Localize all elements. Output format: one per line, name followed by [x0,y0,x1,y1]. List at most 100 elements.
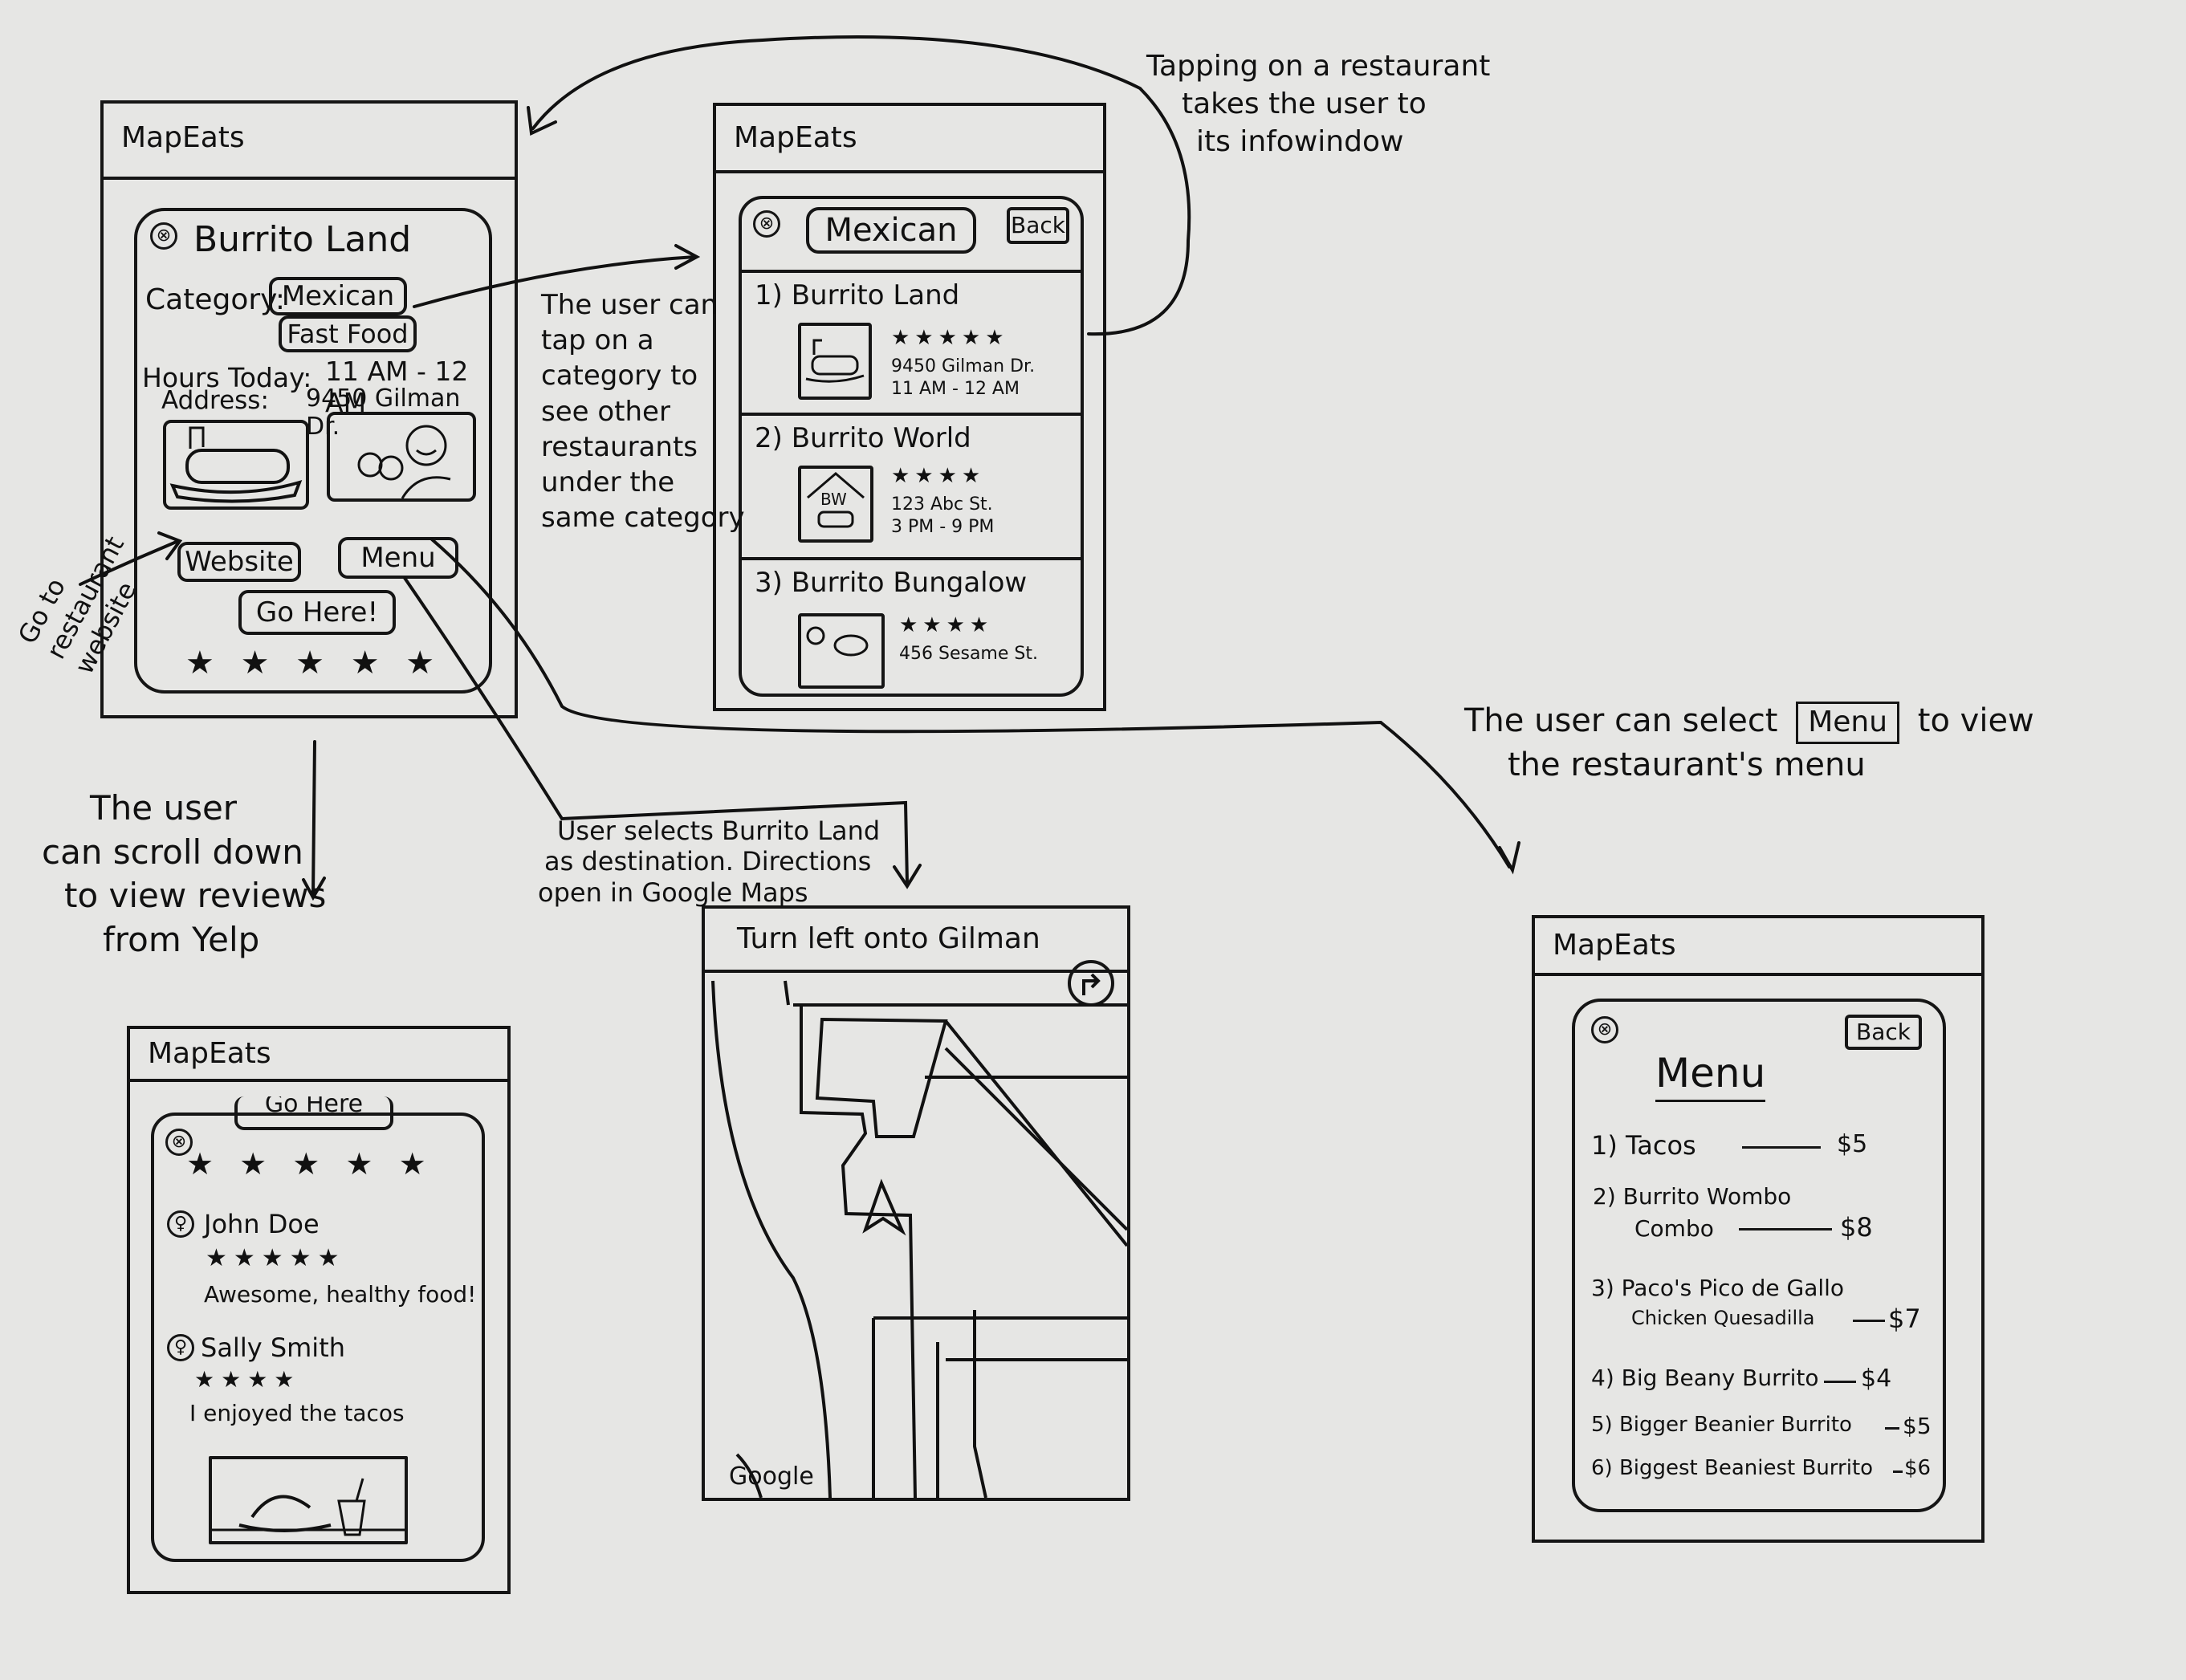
restaurant-logo: BW [820,490,847,509]
menu-item-price: $8 [1840,1212,1873,1243]
menu-card: ⊗ Back Menu 1) Tacos $5 2) Burrito Wombo… [1572,999,1946,1512]
leader-line [1885,1427,1899,1430]
back-button[interactable]: Back [1845,1015,1922,1050]
restaurant-address: 9450 Gilman Dr. [891,356,1036,376]
menu-button[interactable]: Menu [338,537,458,579]
annotation-tap-category: The user can tap on a category to see ot… [541,287,745,535]
menu-item[interactable]: 3) Paco's Pico de Gallo Chicken Quesadil… [1591,1275,1936,1347]
map-view[interactable] [705,973,1127,1498]
app-title: MapEats [148,1037,271,1070]
menu-item-label: 2) Burrito Wombo [1593,1183,1792,1210]
leader-line [1742,1146,1821,1149]
reviewer-name: John Doe [204,1209,320,1239]
menu-item-label: 6) Biggest Beaniest Burrito [1591,1456,1874,1480]
leader-line [1853,1320,1885,1322]
smiling-person-icon [357,425,451,499]
menu-item[interactable]: 6) Biggest Beaniest Burrito $6 [1591,1456,1936,1496]
annotation-line: to view reviews [64,876,327,916]
food-dish-icon [806,626,869,657]
menu-item-label-line2: Chicken Quesadilla [1631,1307,1815,1329]
review-text: I enjoyed the tacos [189,1400,405,1426]
list-item[interactable]: 3) Burrito Bungalow ★★★★ 456 Sesame St. [742,560,1081,689]
annotation-scroll: The user can scroll down to view reviews… [42,787,326,962]
annotation-line: see other [541,395,670,428]
review-photo [209,1456,408,1544]
directions-bar: Turn left onto Gilman [705,909,1127,973]
address-label: Address: [161,386,269,415]
annotation-line: can scroll down [42,832,303,872]
restaurant-hours: 3 PM - 9 PM [891,517,995,537]
location-arrow-icon [862,1178,906,1236]
app-title: MapEats [1553,929,1676,962]
menu-item-price: $5 [1903,1413,1932,1439]
category-tag-mexican[interactable]: Mexican [269,277,407,315]
review-item: ♀ John Doe ★★★★★ Awesome, healthy food! [162,1204,480,1324]
annotation-line: The user can select Menu to view [1464,700,2034,744]
app-title-bar: MapEats [716,106,1103,173]
restaurant-address: 123 Abc St. [891,494,993,515]
review-stars: ★★★★ [194,1366,301,1393]
back-button[interactable]: Back [1007,207,1069,244]
reviews-card: Go Here ⊗ ★ ★ ★ ★ ★ ♀ John Doe ★★★★★ Awe… [151,1096,485,1562]
menu-item[interactable]: 5) Bigger Beanier Burrito $5 [1591,1413,1936,1453]
leader-line [1893,1471,1903,1473]
turn-instruction: Turn left onto Gilman [737,922,1040,955]
review-text: Awesome, healthy food! [204,1281,477,1308]
annotation-tap-restaurant: Tapping on a restaurant takes the user t… [1146,48,1490,161]
review-item: ♀ Sally Smith ★★★★ I enjoyed the tacos [162,1329,480,1434]
burrito-plate-icon [169,426,303,503]
menu-title: Menu [1655,1050,1766,1102]
annotation-line: open in Google Maps [538,877,808,908]
rating-stars: ★ ★ ★ ★ ★ [185,645,443,681]
menu-item-price: $5 [1837,1130,1868,1158]
category-title-pill: Mexican [806,207,976,254]
annotation-text: to view [1917,702,2034,739]
go-here-button[interactable]: Go Here! [238,590,396,635]
close-icon[interactable]: ⊗ [753,210,780,238]
review-stars: ★★★★★ [206,1244,346,1272]
info-card: ⊗ Burrito Land Category: Mexican Fast Fo… [134,208,492,694]
website-button[interactable]: Website [177,542,301,582]
google-brand-label: Google [729,1462,814,1491]
close-icon[interactable]: ⊗ [150,222,177,250]
go-here-button-partial[interactable]: Go Here [234,1096,393,1130]
list-item[interactable]: 1) Burrito Land ★★★★★ 9450 Gilman Dr. 11… [742,273,1081,413]
burrito-photo [163,420,309,510]
customer-photo [327,412,476,502]
app-title: MapEats [121,121,245,154]
menu-item-label: 1) Tacos [1591,1130,1696,1161]
app-title: MapEats [734,121,857,154]
restaurant-address: 456 Sesame St. [899,644,1038,664]
rating-stars: ★ ★ ★ ★ ★ [186,1146,434,1182]
list-item[interactable]: 2) Burrito World BW ★★★★ 123 Abc St. 3 P… [742,416,1081,557]
annotation-boxed-menu: Menu [1796,702,1900,744]
app-title-bar: MapEats [104,104,515,180]
category-tag-fast-food[interactable]: Fast Food [279,315,417,352]
annotation-line: category to [541,360,698,393]
app-title-bar: MapEats [130,1029,507,1082]
annotation-line: restaurants [541,430,698,463]
restaurant-name: 3) Burrito Bungalow [755,567,1028,599]
restaurant-hours: 11 AM - 12 AM [891,379,1020,399]
reviewer-name: Sally Smith [201,1332,346,1363]
menu-item[interactable]: 4) Big Beany Burrito $4 [1591,1365,1936,1405]
reviews-screen: MapEats Go Here ⊗ ★ ★ ★ ★ ★ ♀ John Doe ★… [127,1026,511,1594]
user-avatar-icon: ♀ [167,1334,194,1361]
menu-item-label-line2: Combo [1634,1215,1714,1242]
menu-item[interactable]: 1) Tacos $5 [1591,1130,1936,1170]
menu-item-price: $4 [1861,1365,1892,1393]
annotation-line: takes the user to [1182,87,1427,120]
annotation-line: from Yelp [103,919,260,959]
annotation-line: the restaurant's menu [1508,746,1866,783]
annotation-line: User selects Burrito Land [557,816,881,846]
rating-stars: ★★★★ [899,613,994,637]
annotation-line: same category [541,502,745,535]
category-card: ⊗ Mexican Back 1) Burrito Land ★★★★★ 945… [739,196,1084,697]
close-icon[interactable]: ⊗ [1591,1016,1618,1043]
tacos-drink-icon [212,1478,405,1536]
info-window-screen: MapEats ⊗ Burrito Land Category: Mexican… [100,100,518,718]
category-label: Category: [145,283,285,316]
restaurant-title: Burrito Land [193,219,412,260]
menu-item[interactable]: 2) Burrito Wombo Combo $8 [1591,1183,1936,1255]
annotation-line: its infowindow [1196,124,1404,158]
